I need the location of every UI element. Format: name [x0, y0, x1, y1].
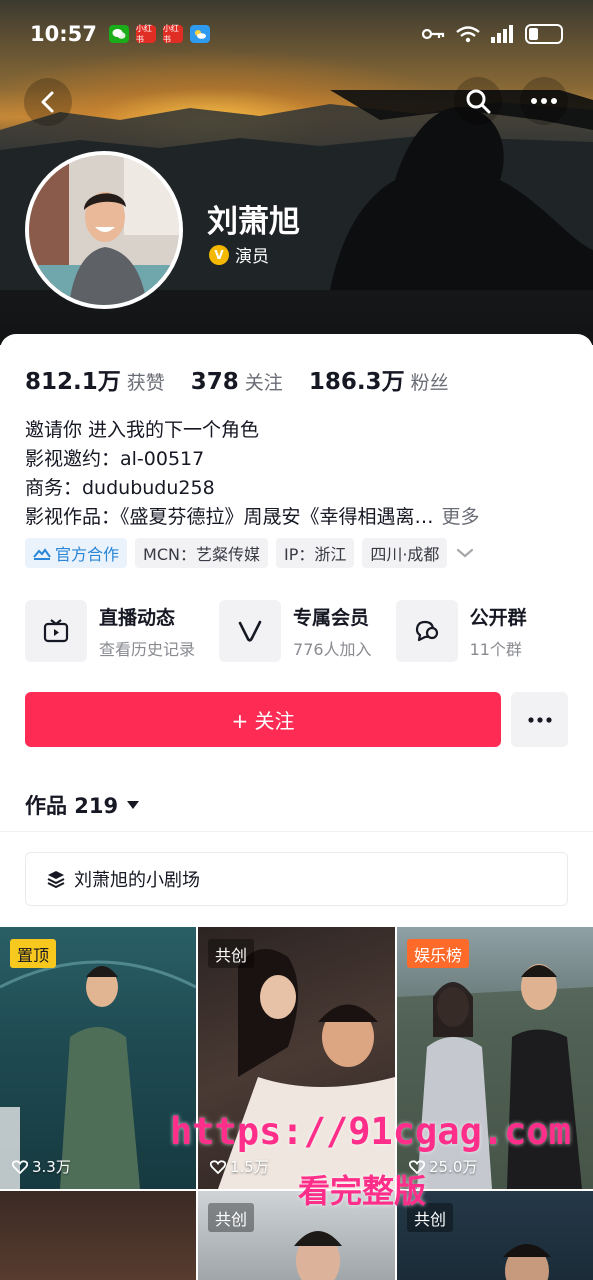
group-chat-icon	[415, 620, 438, 642]
service-icon-box	[25, 600, 87, 662]
stat-value: 812.1万	[25, 369, 121, 395]
status-bar: 10:57 小红书 小红书	[0, 0, 593, 68]
service-icon-box	[219, 600, 282, 662]
service-title: 专属会员	[293, 606, 370, 629]
tag-official-cooperation[interactable]: 官方合作	[25, 538, 128, 568]
watermark-url: https://91cgag.com	[170, 1110, 571, 1153]
verified-label: 演员	[235, 247, 269, 267]
more-options-button[interactable]	[520, 77, 568, 125]
like-count-value: 1.5万	[230, 1158, 269, 1176]
service-title: 公开群	[469, 606, 527, 629]
bio-line: 影视作品：《盛夏芬德拉》周晟安《幸得相遇离…	[25, 506, 434, 528]
stat-value: 186.3万	[308, 369, 405, 395]
xiaohongshu-icon: 小红书	[162, 24, 183, 44]
playlist-entry[interactable]: 刘萧旭的小剧场	[25, 852, 568, 906]
works-label: 作品 219	[25, 794, 119, 818]
vip-v-icon	[238, 620, 262, 642]
status-time: 10:57	[30, 22, 97, 46]
bio: 邀请你 进入我的下一个角色 影视邀约：al-00517 商务：dudubudu2…	[25, 416, 570, 532]
service-row: 直播动态 查看历史记录 专属会员 776人加入 公开群 11个群	[25, 600, 593, 662]
tag-label: 官方合作	[55, 545, 120, 564]
service-membership[interactable]: 专属会员 776人加入	[219, 600, 372, 662]
handshake-icon	[33, 548, 51, 560]
pinned-badge: 置顶	[10, 939, 57, 968]
playlist-label: 刘萧旭的小剧场	[74, 870, 200, 891]
follow-button[interactable]: + 关注	[25, 692, 501, 747]
live-tv-icon	[43, 619, 69, 643]
tag-city[interactable]: 四川·成都	[362, 538, 448, 568]
xiaohongshu-icon: 小红书	[135, 24, 156, 44]
works-tab[interactable]: 作品 219	[25, 790, 140, 820]
bio-line: 邀请你 进入我的下一个角色	[25, 419, 260, 441]
stat-value: 378	[190, 369, 239, 395]
weather-icon	[189, 25, 210, 43]
signal-icon	[491, 25, 513, 43]
entertainment-rank-badge: 娱乐榜	[407, 939, 470, 968]
avatar[interactable]	[25, 151, 183, 309]
status-indicators	[422, 24, 563, 44]
heart-outline-icon	[210, 1159, 226, 1174]
key-icon	[422, 28, 445, 40]
video-thumbnail[interactable]: 置顶 3.3万	[0, 927, 196, 1189]
back-button[interactable]	[24, 78, 72, 126]
search-button[interactable]	[454, 77, 502, 125]
service-subtitle: 11个群	[469, 639, 522, 659]
tag-ip-location[interactable]: IP：浙江	[275, 538, 355, 568]
service-title: 直播动态	[99, 606, 176, 629]
video-thumbnail[interactable]	[0, 1191, 196, 1280]
status-notification-icons: 小红书 小红书	[108, 24, 210, 44]
caret-down-icon	[127, 801, 140, 809]
wechat-icon	[108, 25, 129, 43]
like-count-value: 3.3万	[32, 1158, 71, 1176]
layers-icon	[47, 871, 65, 889]
heart-outline-icon	[12, 1159, 28, 1174]
video-thumbnail[interactable]: 共创	[397, 1191, 593, 1280]
more-icon	[527, 716, 552, 723]
like-count-value: 25.0万	[429, 1158, 478, 1176]
avatar-photo	[29, 155, 179, 305]
profile-banner: 10:57 小红书 小红书 刘萧旭 V 演员	[0, 0, 593, 345]
stats-row: 812.1万 获赞 378 关注 186.3万 粉丝	[25, 362, 475, 396]
tag-mcn[interactable]: MCN：艺粲传媒	[135, 538, 268, 568]
chevron-down-icon[interactable]	[455, 547, 475, 559]
bio-more-link[interactable]: 更多	[442, 506, 480, 528]
verification-row: V 演员	[209, 242, 269, 267]
service-subtitle: 776人加入	[293, 639, 372, 659]
watermark-caption: 看完整版	[298, 1172, 427, 1210]
service-icon-box	[395, 600, 458, 662]
chevron-left-icon	[41, 91, 54, 113]
like-count: 1.5万	[210, 1156, 269, 1177]
stat-label: 关注	[244, 372, 283, 394]
service-live[interactable]: 直播动态 查看历史记录	[25, 600, 195, 662]
stat-likes[interactable]: 812.1万 获赞	[25, 362, 165, 396]
service-subtitle: 查看历史记录	[99, 639, 196, 659]
bio-line-last: 影视作品：《盛夏芬德拉》周晟安《幸得相遇离… 更多	[25, 503, 570, 532]
bio-line: 影视邀约：al-00517	[25, 448, 205, 470]
search-icon	[466, 89, 491, 114]
stat-followers[interactable]: 186.3万 粉丝	[309, 362, 449, 396]
stat-following[interactable]: 378 关注	[191, 368, 283, 395]
co-creation-badge: 共创	[208, 939, 255, 968]
wifi-icon	[456, 26, 480, 43]
like-count: 3.3万	[12, 1156, 71, 1177]
tag-row: 官方合作 MCN：艺粲传媒 IP：浙江 四川·成都	[25, 538, 475, 568]
stat-label: 粉丝	[410, 372, 449, 394]
more-actions-button[interactable]	[511, 692, 568, 747]
bio-line: 商务：dudubudu258	[25, 477, 215, 499]
divider	[0, 831, 593, 832]
more-icon	[531, 98, 557, 104]
profile-name: 刘萧旭	[207, 204, 300, 240]
co-creation-badge: 共创	[208, 1203, 255, 1232]
service-group-chat[interactable]: 公开群 11个群	[395, 600, 527, 662]
verified-badge-icon: V	[209, 244, 229, 265]
stat-label: 获赞	[126, 372, 165, 394]
battery-icon	[525, 24, 563, 44]
